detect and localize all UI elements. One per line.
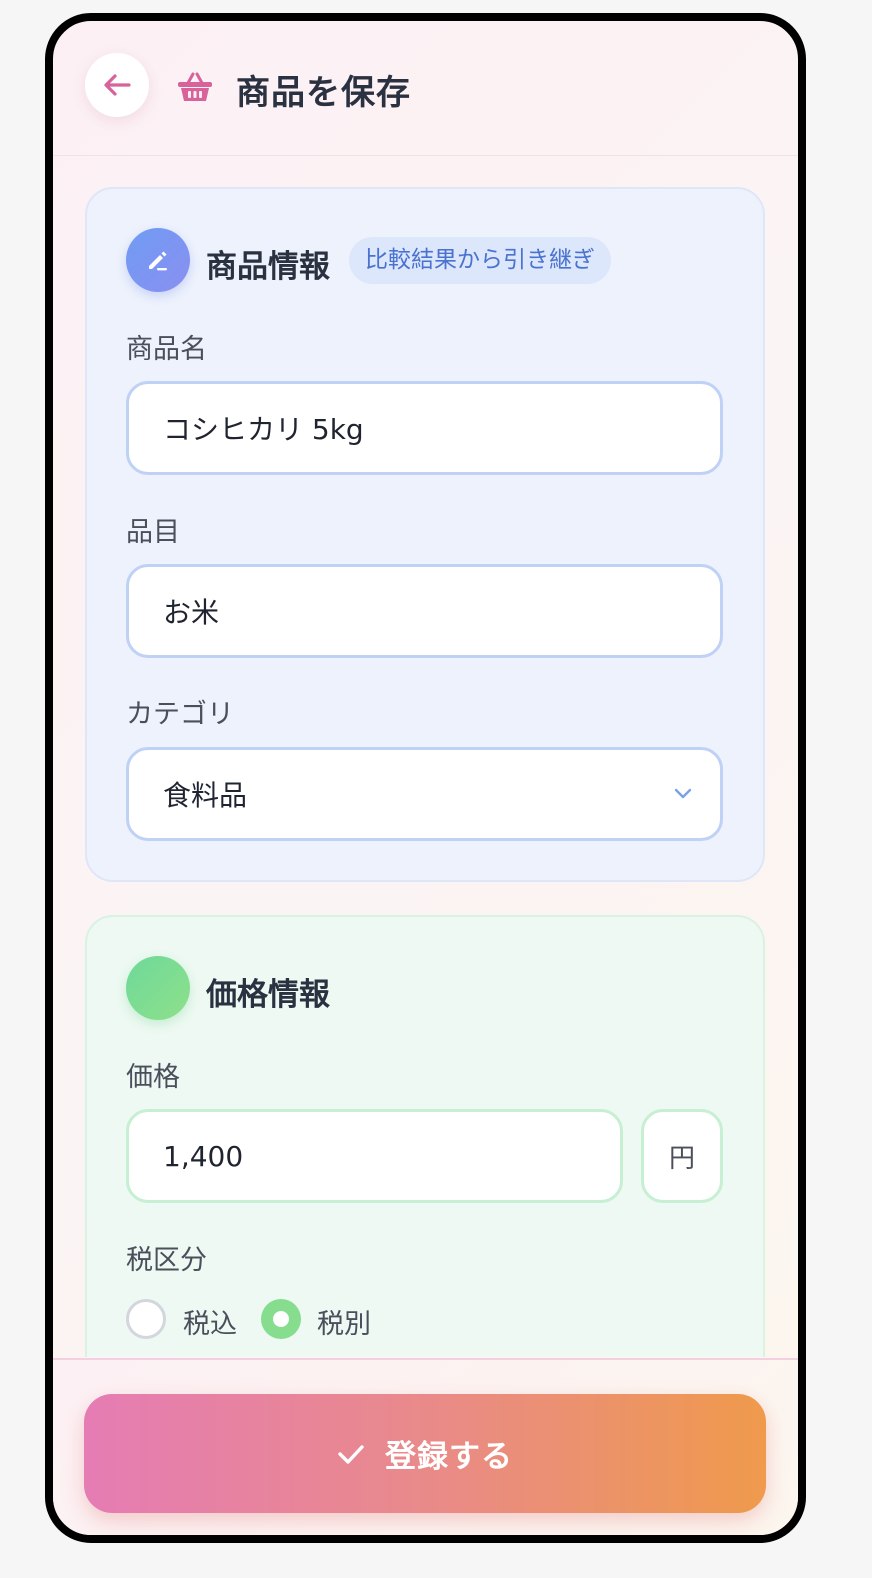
arrow-left-icon [104, 74, 131, 96]
category-select[interactable]: 食料品 [126, 747, 723, 841]
product-name-value: コシヒカリ 5kg [163, 413, 364, 446]
phone-frame: 商品を保存 商品情報 比較結果から引き継ぎ 商品名 コシヒカリ 5kg 品目 お… [45, 13, 806, 1543]
tax-excluded-radio[interactable] [261, 1299, 301, 1339]
tax-included-label[interactable]: 税込 [183, 1302, 237, 1341]
form-scroll-area[interactable]: 商品情報 比較結果から引き継ぎ 商品名 コシヒカリ 5kg 品目 お米 カテゴリ… [53, 157, 798, 1357]
product-name-label: 商品名 [126, 334, 207, 365]
check-icon [338, 1444, 364, 1464]
page-title: 商品を保存 [236, 73, 411, 113]
price-info-title: 価格情報 [206, 977, 330, 1013]
back-button[interactable] [85, 53, 149, 117]
pencil-icon [149, 251, 167, 271]
price-info-icon-badge [126, 956, 190, 1020]
price-info-card: 価格情報 価格 1,400 円 税区分 税込 税別 [85, 915, 765, 1357]
radio-selected-dot [273, 1311, 289, 1327]
chevron-down-icon [674, 788, 692, 799]
category-value: 食料品 [163, 779, 248, 812]
price-label: 価格 [126, 1062, 180, 1093]
inherited-badge: 比較結果から引き継ぎ [349, 237, 611, 284]
price-input[interactable]: 1,400 [126, 1109, 623, 1203]
register-button-label: 登録する [385, 1439, 513, 1475]
category-label: カテゴリ [126, 699, 234, 730]
tax-included-radio[interactable] [126, 1299, 166, 1339]
header: 商品を保存 [53, 21, 798, 156]
product-info-title: 商品情報 [206, 249, 330, 285]
footer-bar: 登録する [53, 1358, 798, 1535]
currency-unit: 円 [641, 1109, 723, 1203]
item-input[interactable]: お米 [126, 564, 723, 658]
tax-type-label: 税区分 [126, 1245, 207, 1276]
product-info-icon-badge [126, 228, 190, 292]
item-label: 品目 [126, 517, 180, 548]
product-name-input[interactable]: コシヒカリ 5kg [126, 381, 723, 475]
item-value: お米 [163, 596, 220, 629]
basket-icon [178, 72, 212, 101]
price-value: 1,400 [163, 1139, 244, 1173]
product-info-card: 商品情報 比較結果から引き継ぎ 商品名 コシヒカリ 5kg 品目 お米 カテゴリ… [85, 187, 765, 882]
register-button[interactable]: 登録する [84, 1394, 766, 1513]
tax-excluded-label[interactable]: 税別 [317, 1302, 371, 1341]
